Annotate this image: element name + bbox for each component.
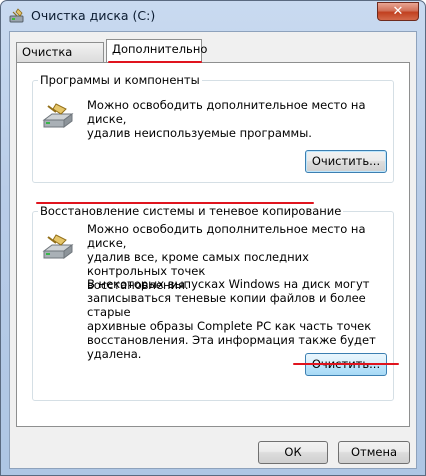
tab-more-options[interactable]: Дополнительно: [106, 39, 207, 62]
annotation-underline: [293, 363, 399, 365]
title-bar[interactable]: Очистка диска (C:) ✕: [1, 1, 425, 31]
close-icon: ✕: [392, 4, 404, 19]
drive-icon: [42, 234, 74, 259]
drive-icon: [42, 103, 74, 128]
group-description: Можно освободить дополнительное место на…: [87, 98, 366, 140]
cancel-button[interactable]: Отмена: [338, 441, 410, 464]
client-area: Очистка диска Дополнительно Программы и …: [9, 31, 417, 469]
annotation-underline: [36, 202, 314, 204]
group-note: В некоторых выпусках Windows на диск мог…: [87, 277, 376, 361]
group-title: Восстановление системы и теневое копиров…: [38, 204, 344, 218]
group-system-restore: Восстановление системы и теневое копиров…: [32, 204, 394, 401]
tab-disk-cleanup[interactable]: Очистка диска: [16, 42, 104, 78]
disk-cleanup-window: Очистка диска (C:) ✕ Очистка диска Допол…: [0, 0, 426, 476]
window-title: Очистка диска (C:): [31, 8, 156, 23]
cleanup-programs-button[interactable]: Очистить...: [305, 150, 387, 173]
tab-label: Дополнительно: [112, 42, 208, 56]
disk-cleanup-icon: [9, 8, 24, 23]
group-title: Программы и компоненты: [38, 73, 202, 87]
group-programs: Программы и компоненты Можно освободить …: [32, 73, 394, 183]
tab-panel-more-options: Программы и компоненты Можно освободить …: [16, 62, 410, 427]
ok-button[interactable]: ОК: [258, 441, 328, 464]
annotation-underline: [108, 61, 202, 63]
close-button[interactable]: ✕: [377, 2, 419, 21]
